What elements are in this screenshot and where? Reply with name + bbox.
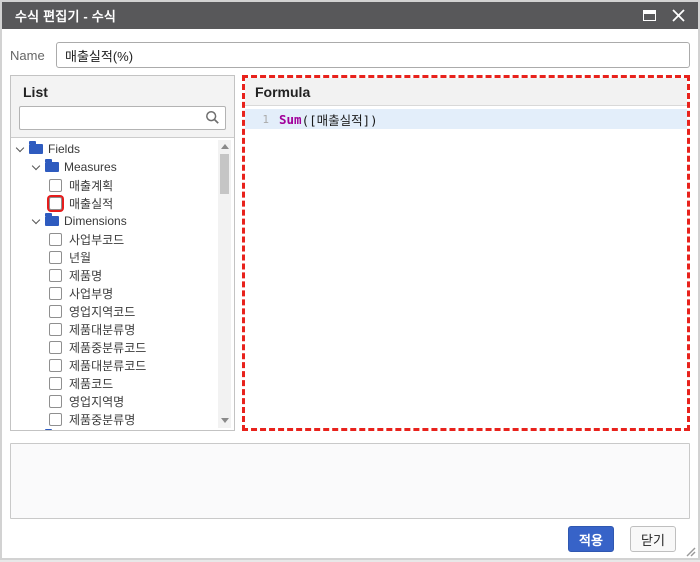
code-args-token: ([매출실적]) bbox=[301, 112, 378, 128]
checkbox[interactable] bbox=[49, 322, 62, 336]
line-number: 1 bbox=[262, 112, 269, 126]
footer: 적용 닫기 bbox=[10, 526, 690, 552]
scroll-down-icon[interactable] bbox=[220, 418, 229, 423]
dialog-title: 수식 편집기 - 수식 bbox=[15, 9, 117, 24]
folder-icon bbox=[45, 213, 59, 226]
tree-field-row[interactable]: 사업부명 bbox=[11, 284, 234, 302]
panels-row: List Fields Measures 매출계획매출실적 Dimensions 사업부… bbox=[10, 75, 690, 431]
tree-folder-row[interactable]: Measures bbox=[11, 158, 234, 176]
tree-item-label: 제품명 bbox=[69, 268, 103, 283]
name-input[interactable] bbox=[56, 42, 690, 68]
tree-field-row[interactable]: 년월 bbox=[11, 248, 234, 266]
tree-field-row[interactable]: 제품대분류명 bbox=[11, 320, 234, 338]
scroll-up-icon[interactable] bbox=[220, 144, 229, 149]
code-function-token: Sum bbox=[279, 111, 302, 127]
search-icon bbox=[205, 110, 220, 130]
checkbox[interactable] bbox=[49, 376, 62, 390]
chevron-down-icon[interactable] bbox=[31, 215, 41, 224]
tree-item-label: 영업지역명 bbox=[69, 394, 125, 409]
chevron-down-icon[interactable] bbox=[15, 143, 25, 152]
tree-field-row[interactable]: 매출실적 bbox=[11, 194, 234, 212]
name-row: Name bbox=[10, 42, 690, 68]
apply-button[interactable]: 적용 bbox=[568, 526, 614, 552]
formula-panel: Formula 1 Sum ([매출실적]) bbox=[242, 75, 690, 431]
list-panel-title: List bbox=[23, 84, 48, 100]
checkbox[interactable] bbox=[49, 178, 62, 192]
tree-folder-row[interactable]: Fields bbox=[11, 140, 234, 158]
checkbox[interactable] bbox=[49, 232, 62, 246]
tree-field-row[interactable]: 영업지역코드 bbox=[11, 302, 234, 320]
chevron-down-icon[interactable] bbox=[31, 161, 41, 170]
tree-item-label: 제품대분류코드 bbox=[69, 358, 147, 373]
scrollbar-thumb[interactable] bbox=[220, 154, 229, 194]
tree-field-row[interactable]: 사업부코드 bbox=[11, 230, 234, 248]
message-box bbox=[10, 443, 690, 519]
checkbox[interactable] bbox=[49, 340, 62, 354]
dialog-content: Name List F bbox=[2, 29, 698, 558]
checkbox[interactable] bbox=[49, 412, 62, 426]
tree-item-label: 매출실적 bbox=[69, 196, 114, 211]
tree-field-row[interactable]: 제품코드 bbox=[11, 374, 234, 392]
checkbox[interactable] bbox=[49, 394, 62, 408]
tree-item-label: Dimensions bbox=[64, 214, 127, 228]
formula-code-editor[interactable]: 1 Sum ([매출실적]) bbox=[245, 106, 687, 428]
field-tree: Fields Measures 매출계획매출실적 Dimensions 사업부코드년월제… bbox=[11, 137, 234, 430]
tree-item-label: Fields bbox=[48, 142, 81, 156]
tree-item-label: 사업부코드 bbox=[69, 232, 125, 247]
name-label: Name bbox=[10, 47, 45, 63]
tree-field-row[interactable]: 제품명 bbox=[11, 266, 234, 284]
search-input[interactable] bbox=[19, 106, 226, 130]
checkbox[interactable] bbox=[49, 286, 62, 300]
tree-item-label: 매출계획 bbox=[69, 178, 114, 193]
folder-icon bbox=[29, 141, 43, 154]
tree-item-label: 제품코드 bbox=[69, 376, 114, 391]
tree-item-label: 제품대분류명 bbox=[69, 322, 136, 337]
maximize-glyph bbox=[642, 10, 656, 21]
list-panel: List Fields Measures 매출계획매출실적 Dimensions 사업부… bbox=[10, 75, 235, 431]
checkbox[interactable] bbox=[49, 250, 62, 264]
checkbox-highlighted[interactable] bbox=[49, 196, 62, 210]
checkbox[interactable] bbox=[49, 358, 62, 372]
tree-field-row[interactable]: 제품대분류코드 bbox=[11, 356, 234, 374]
tree-folder-row[interactable]: Dimensions bbox=[11, 212, 234, 230]
resize-grip-icon[interactable] bbox=[684, 544, 696, 557]
tree-item-label: 년월 bbox=[69, 250, 92, 265]
tree-scrollbar[interactable] bbox=[218, 140, 231, 428]
tree-item-label: Measures bbox=[64, 160, 117, 174]
checkbox[interactable] bbox=[49, 304, 62, 318]
tree-item-label: 제품중분류명 bbox=[69, 412, 136, 427]
search-box bbox=[19, 106, 226, 130]
formula-panel-title: Formula bbox=[245, 78, 687, 106]
tree-item-label: 영업지역코드 bbox=[69, 304, 136, 319]
checkbox[interactable] bbox=[49, 268, 62, 282]
tree-field-row[interactable]: 매출계획 bbox=[11, 176, 234, 194]
close-button[interactable]: 닫기 bbox=[630, 526, 676, 552]
tree-field-row[interactable]: 제품중분류코드 bbox=[11, 338, 234, 356]
dialog-titlebar: 수식 편집기 - 수식 bbox=[2, 2, 698, 29]
folder-icon bbox=[45, 159, 59, 172]
code-line[interactable]: 1 Sum ([매출실적]) bbox=[245, 109, 687, 129]
tree-item-label: 사업부명 bbox=[69, 286, 114, 301]
tree-field-row[interactable]: 영업지역명 bbox=[11, 392, 234, 410]
maximize-icon[interactable] bbox=[639, 7, 659, 25]
tree-item-label: 제품중분류코드 bbox=[69, 340, 147, 355]
formula-editor-dialog: 수식 편집기 - 수식 Name List bbox=[0, 0, 700, 560]
close-icon[interactable] bbox=[668, 7, 688, 25]
tree-field-row[interactable]: 제품중분류명 bbox=[11, 410, 234, 428]
tree-folder-row[interactable]: Calculated fields bbox=[11, 428, 234, 430]
